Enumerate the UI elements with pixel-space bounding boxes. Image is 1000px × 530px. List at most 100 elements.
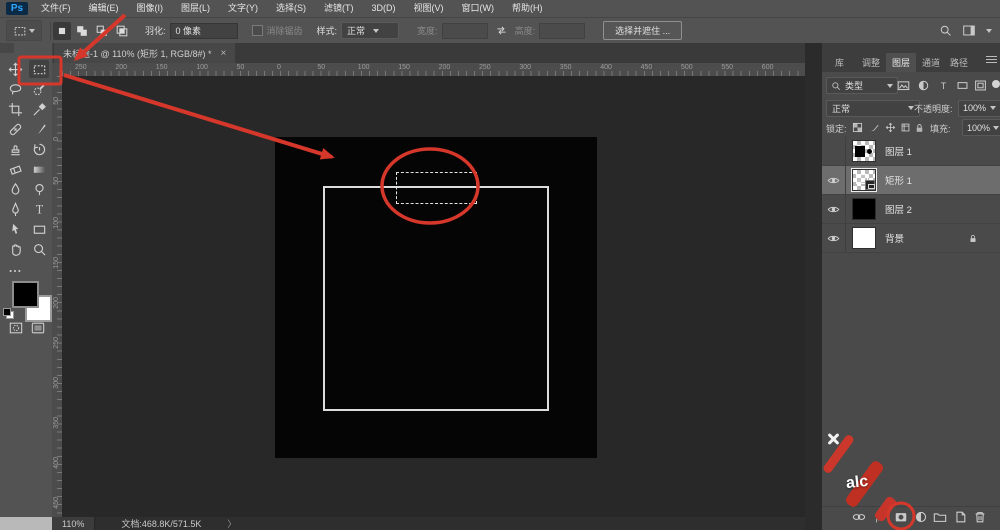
tool-eraser-button[interactable]	[5, 160, 25, 178]
lock-artboard-button[interactable]	[898, 120, 913, 135]
workspace-icon[interactable]	[962, 24, 976, 37]
adjustment-layer-button[interactable]	[912, 509, 930, 525]
tool-clone-stamp-button[interactable]	[5, 140, 25, 158]
chevron-down-icon	[990, 106, 996, 110]
ruler-label: 100	[53, 217, 60, 229]
menu-item[interactable]: 视图(V)	[405, 0, 453, 17]
lock-image-pixels-button[interactable]	[867, 120, 882, 135]
visibility-toggle[interactable]	[822, 137, 846, 165]
panel-tab[interactable]: 通道	[916, 53, 946, 72]
layer-filter-type-select[interactable]: 类型	[826, 77, 898, 94]
zoom-level-field[interactable]: 110%	[52, 517, 95, 530]
link-icon	[852, 510, 866, 524]
new-layer-button[interactable]	[951, 509, 969, 525]
lock-transparent-pixels-button[interactable]	[850, 120, 865, 135]
antialias-checkbox[interactable]	[252, 25, 263, 36]
subtract-from-selection-button[interactable]	[93, 22, 111, 40]
svg-text:fx: fx	[876, 513, 884, 524]
visibility-toggle[interactable]	[822, 166, 846, 194]
add-layer-mask-button[interactable]	[892, 509, 910, 525]
layer-row[interactable]: 图层 1	[822, 137, 1000, 166]
quick-mask-button[interactable]	[8, 321, 24, 335]
document-tab[interactable]: 未标题-1 @ 110% (矩形 1, RGB/8#) * ×	[54, 43, 235, 63]
tool-move-button[interactable]	[5, 60, 25, 78]
screen-mode-button[interactable]	[30, 321, 46, 335]
tool-dodge-button[interactable]	[29, 180, 49, 198]
marquee-selection[interactable]	[396, 172, 477, 204]
panel-tab[interactable]: 库	[829, 53, 850, 72]
panel-tab[interactable]: 图层	[886, 53, 916, 72]
default-colors-icon[interactable]	[3, 308, 14, 319]
tool-preset-dropdown[interactable]	[6, 20, 42, 41]
tool-crop-button[interactable]	[5, 100, 25, 118]
filter-toggle[interactable]	[992, 80, 1000, 88]
toolbar-collapse-grip[interactable]	[0, 43, 14, 53]
menu-item[interactable]: 图像(I)	[128, 0, 173, 17]
tool-rectangle-shape-button[interactable]	[29, 220, 49, 238]
menu-item[interactable]: 文字(Y)	[219, 0, 267, 17]
tool-brush-button[interactable]	[29, 120, 49, 138]
menu-item[interactable]: 窗口(W)	[453, 0, 504, 17]
tool-rectangular-marquee-button[interactable]	[29, 60, 49, 78]
menu-item[interactable]: 编辑(E)	[80, 0, 128, 17]
search-icon[interactable]	[939, 24, 952, 37]
link-layers-button[interactable]	[850, 509, 868, 525]
layer-row[interactable]: 矩形 1	[822, 166, 1000, 195]
swap-width-height-icon[interactable]	[495, 24, 508, 37]
tool-pen-button[interactable]	[5, 200, 25, 218]
menu-item[interactable]: 图层(L)	[172, 0, 219, 17]
add-to-selection-button[interactable]	[73, 22, 91, 40]
tool-history-brush-button[interactable]	[29, 140, 49, 158]
shape-filter-button[interactable]	[953, 77, 971, 93]
adjustment-filter-button[interactable]	[914, 77, 932, 93]
document-canvas[interactable]	[275, 137, 597, 458]
visibility-toggle[interactable]	[822, 224, 846, 252]
new-selection-button[interactable]	[53, 22, 71, 40]
lock-position-button[interactable]	[883, 120, 898, 135]
tool-gradient-button[interactable]	[29, 160, 49, 178]
tool-type-button[interactable]: T	[29, 200, 49, 218]
new-group-button[interactable]	[931, 509, 949, 525]
menu-item[interactable]: 帮助(H)	[503, 0, 552, 17]
menu-item[interactable]: 3D(D)	[363, 0, 405, 17]
tool-blur-button[interactable]	[5, 180, 25, 198]
menu-item[interactable]: 滤镜(T)	[315, 0, 363, 17]
feather-input[interactable]: 0 像素	[170, 23, 238, 39]
pixel-filter-button[interactable]	[894, 77, 912, 93]
tool-lasso-button[interactable]	[5, 80, 25, 98]
select-and-mask-button[interactable]: 选择并遮住 ...	[603, 21, 682, 40]
ellipsis-icon	[8, 264, 22, 278]
delete-layer-button[interactable]	[971, 509, 989, 525]
tool-spot-healing-button[interactable]	[5, 120, 25, 138]
more-tools-button[interactable]	[5, 262, 25, 280]
tool-zoom-button[interactable]	[29, 240, 49, 258]
intersect-selection-button[interactable]	[113, 22, 131, 40]
status-options-chevron-icon[interactable]: 〉	[227, 517, 236, 530]
horizontal-ruler[interactable]: 2502001501005005010015020025030035040045…	[62, 63, 805, 77]
lock-all-button[interactable]	[912, 120, 927, 135]
layer-style-button[interactable]: fx	[872, 509, 890, 525]
tool-quick-selection-button[interactable]	[29, 80, 49, 98]
type-filter-button[interactable]: T	[934, 77, 952, 93]
panel-tab[interactable]: 路径	[944, 53, 974, 72]
tool-eyedropper-button[interactable]	[29, 100, 49, 118]
fill-select[interactable]: 100%	[962, 119, 1000, 136]
smartobject-filter-button[interactable]	[971, 77, 989, 93]
canvas-work-area[interactable]	[62, 76, 805, 517]
visibility-toggle[interactable]	[822, 195, 846, 223]
blend-mode-select[interactable]: 正常	[826, 100, 920, 117]
foreground-color-swatch[interactable]	[12, 281, 39, 308]
opacity-select[interactable]: 100%	[958, 100, 1000, 117]
tool-hand-button[interactable]	[5, 240, 25, 258]
menu-item[interactable]: 文件(F)	[32, 0, 80, 17]
style-select[interactable]: 正常	[341, 22, 399, 39]
chevron-down-icon[interactable]	[986, 29, 992, 33]
tab-close-icon[interactable]: ×	[221, 48, 227, 59]
panel-tab[interactable]: 调整	[856, 53, 886, 72]
panel-menu-icon[interactable]	[986, 56, 997, 65]
menu-item[interactable]: 选择(S)	[267, 0, 315, 17]
layer-row[interactable]: 图层 2	[822, 195, 1000, 224]
layer-row[interactable]: 背景	[822, 224, 1000, 253]
tool-path-selection-button[interactable]	[5, 220, 25, 238]
eye-icon	[827, 174, 840, 187]
